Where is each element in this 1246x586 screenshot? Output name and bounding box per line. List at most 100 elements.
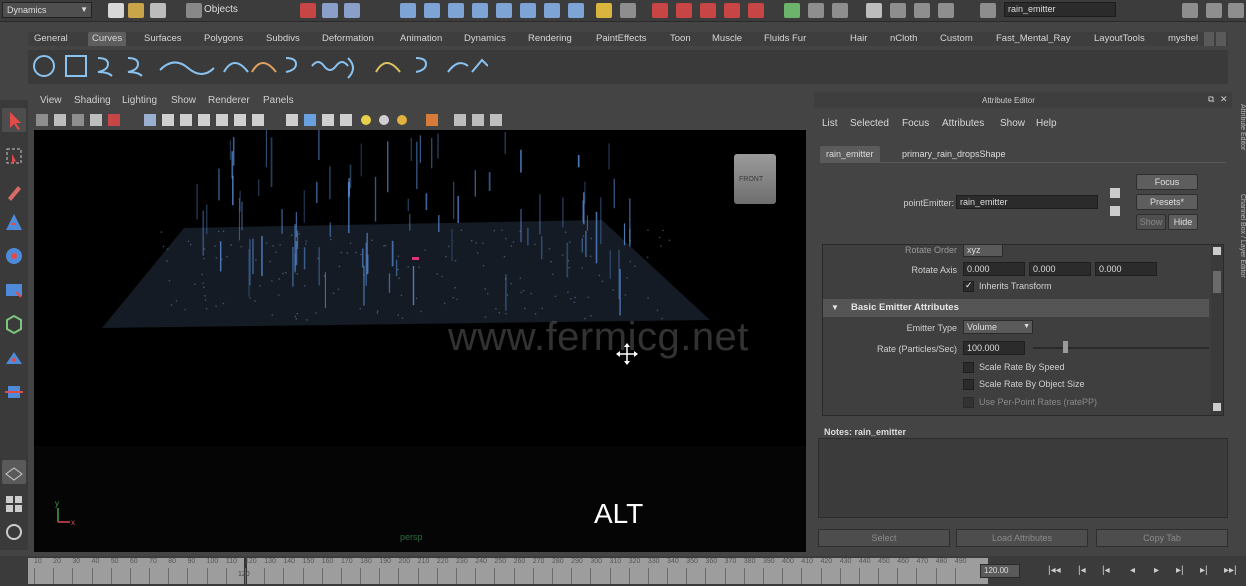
- make-live-icon[interactable]: [496, 3, 512, 18]
- ae-menu-attributes[interactable]: Attributes: [942, 118, 984, 129]
- open-scene-icon[interactable]: [128, 3, 144, 18]
- rename-field[interactable]: rain_emitter: [1004, 2, 1116, 17]
- output-connection-icon[interactable]: [1110, 206, 1120, 216]
- rotate-axis-x-field[interactable]: 0.000: [963, 262, 1025, 276]
- shelf-tab-fast-mental-ray[interactable]: Fast_Mental_Ray: [996, 32, 1070, 46]
- show-manipulator-tool-icon[interactable]: [2, 380, 26, 404]
- construction-history-icon[interactable]: [620, 3, 636, 18]
- menu-set-dropdown[interactable]: Dynamics ▼: [2, 2, 92, 18]
- shelf-tab-rendering[interactable]: Rendering: [528, 32, 572, 46]
- go-to-end-icon[interactable]: ▸▸|: [1224, 565, 1237, 576]
- history-icon[interactable]: [520, 3, 536, 18]
- rate-field[interactable]: 100.000: [963, 341, 1025, 355]
- ae-menu-show[interactable]: Show: [1000, 118, 1025, 129]
- four-view-layout-icon[interactable]: [2, 492, 26, 516]
- rate-slider-handle[interactable]: [1063, 341, 1068, 353]
- focus-button[interactable]: Focus: [1136, 174, 1198, 190]
- inherits-transform-checkbox[interactable]: ✓: [963, 280, 974, 292]
- shelf-tab-muscle[interactable]: Muscle: [712, 32, 742, 46]
- view-cube[interactable]: FRONT: [734, 154, 776, 204]
- node-name-field[interactable]: rain_emitter: [956, 195, 1098, 209]
- render-view-icon[interactable]: [748, 3, 764, 18]
- help-icon[interactable]: [568, 3, 584, 18]
- layer-editor-icon[interactable]: [914, 3, 930, 18]
- rotate-tool-icon[interactable]: [2, 244, 26, 268]
- ipr-render-icon[interactable]: [676, 3, 692, 18]
- panel-menu-view[interactable]: View: [40, 95, 62, 106]
- presets-button[interactable]: Presets*: [1136, 194, 1198, 210]
- channel-layout-icon[interactable]: [1206, 3, 1222, 18]
- select-by-component-icon[interactable]: [344, 3, 360, 18]
- move-tool-icon[interactable]: [2, 210, 26, 234]
- curves-shelf-icons[interactable]: [28, 50, 489, 84]
- copy-tab-button[interactable]: Copy Tab: [1096, 529, 1228, 547]
- lock-icon[interactable]: [596, 3, 612, 18]
- shelf-tab-layouttools[interactable]: LayoutTools: [1094, 32, 1145, 46]
- shelf-tab-curves[interactable]: Curves: [88, 32, 127, 46]
- snap-point-icon[interactable]: [448, 3, 464, 18]
- rotate-axis-z-field[interactable]: 0.000: [1095, 262, 1157, 276]
- panel-menu-show[interactable]: Show: [171, 95, 196, 106]
- shelf-tab-polygons[interactable]: Polygons: [204, 32, 243, 46]
- input-connection-icon[interactable]: [1110, 188, 1120, 198]
- panel-menu-lighting[interactable]: Lighting: [122, 95, 157, 106]
- render-settings-icon[interactable]: [700, 3, 716, 18]
- new-scene-icon[interactable]: [108, 3, 124, 18]
- tool-settings-icon[interactable]: [890, 3, 906, 18]
- shelf-tab-animation[interactable]: Animation: [400, 32, 442, 46]
- shelf-tab-fur[interactable]: Fur: [792, 32, 806, 46]
- quick-select-icon[interactable]: [980, 3, 996, 18]
- scale-rate-by-speed-checkbox[interactable]: [963, 362, 974, 373]
- shelf-tab-myshel[interactable]: myshel: [1168, 32, 1198, 46]
- snap-curve-icon[interactable]: [424, 3, 440, 18]
- select-button[interactable]: Select: [818, 529, 950, 547]
- snap-view-plane-icon[interactable]: [472, 3, 488, 18]
- ae-attribute-list[interactable]: Rotate Order xyz Rotate Axis 0.000 0.000…: [822, 244, 1224, 416]
- notes-textarea[interactable]: [818, 438, 1228, 518]
- shelf-tab-hair[interactable]: Hair: [850, 32, 867, 46]
- panel-layout-icon[interactable]: [1182, 3, 1198, 18]
- manipulator-tool-icon[interactable]: [2, 312, 26, 336]
- shelf-tab-toon[interactable]: Toon: [670, 32, 691, 46]
- input-line-icon[interactable]: [784, 3, 800, 18]
- scroll-down-icon[interactable]: [1213, 403, 1221, 411]
- lasso-tool-icon[interactable]: [2, 144, 26, 168]
- rotate-axis-y-field[interactable]: 0.000: [1029, 262, 1091, 276]
- select-by-object-icon[interactable]: [322, 3, 338, 18]
- tab-rain-emitter[interactable]: rain_emitter: [820, 146, 880, 162]
- toolbox-layout-icon[interactable]: [1228, 3, 1244, 18]
- go-to-start-icon[interactable]: |◂◂: [1048, 565, 1061, 576]
- step-forward-frame-icon[interactable]: ▸|: [1176, 565, 1184, 576]
- shelf-tab-ncloth[interactable]: nCloth: [890, 32, 917, 46]
- scale-tool-icon[interactable]: [2, 278, 26, 302]
- input-ops-icon[interactable]: [544, 3, 560, 18]
- emitter-type-dropdown[interactable]: Volume ▼: [963, 320, 1033, 334]
- rate-slider-track[interactable]: [1033, 347, 1209, 349]
- shelf-tab-deformation[interactable]: Deformation: [322, 32, 374, 46]
- shelf-tab-surfaces[interactable]: Surfaces: [144, 32, 182, 46]
- snap-grid-icon[interactable]: [400, 3, 416, 18]
- side-tab-attribute-editor[interactable]: Attribute Editor: [1234, 104, 1246, 174]
- select-by-hierarchy-icon[interactable]: [300, 3, 316, 18]
- ae-menu-help[interactable]: Help: [1036, 118, 1057, 129]
- show-button[interactable]: Show: [1136, 214, 1166, 230]
- shelf-scroll-left[interactable]: [1204, 32, 1214, 46]
- scroll-thumb[interactable]: [1213, 271, 1221, 293]
- shelf-scroll-right[interactable]: [1216, 32, 1226, 46]
- scroll-up-icon[interactable]: [1213, 247, 1221, 255]
- shelf-tab-dynamics[interactable]: Dynamics: [464, 32, 506, 46]
- single-perspective-layout-icon[interactable]: [2, 460, 26, 484]
- play-backwards-icon[interactable]: ◂: [1130, 565, 1135, 576]
- float-panel-icon[interactable]: ⧉: [1208, 94, 1214, 105]
- attribute-editor-toggle-icon[interactable]: [832, 3, 848, 18]
- ae-scrollbar[interactable]: [1211, 245, 1223, 415]
- outliner-icon[interactable]: [938, 3, 954, 18]
- shelf-tab-painteffects[interactable]: PaintEffects: [596, 32, 647, 46]
- paint-select-tool-icon[interactable]: [2, 180, 26, 204]
- channel-box-toggle-icon[interactable]: [866, 3, 882, 18]
- sidebar-toggle-icon[interactable]: [808, 3, 824, 18]
- panel-menu-renderer[interactable]: Renderer: [208, 95, 250, 106]
- basic-emitter-section-header[interactable]: ▼ Basic Emitter Attributes: [823, 299, 1209, 317]
- scale-rate-by-object-size-checkbox[interactable]: [963, 379, 974, 390]
- ae-menu-selected[interactable]: Selected: [850, 118, 889, 129]
